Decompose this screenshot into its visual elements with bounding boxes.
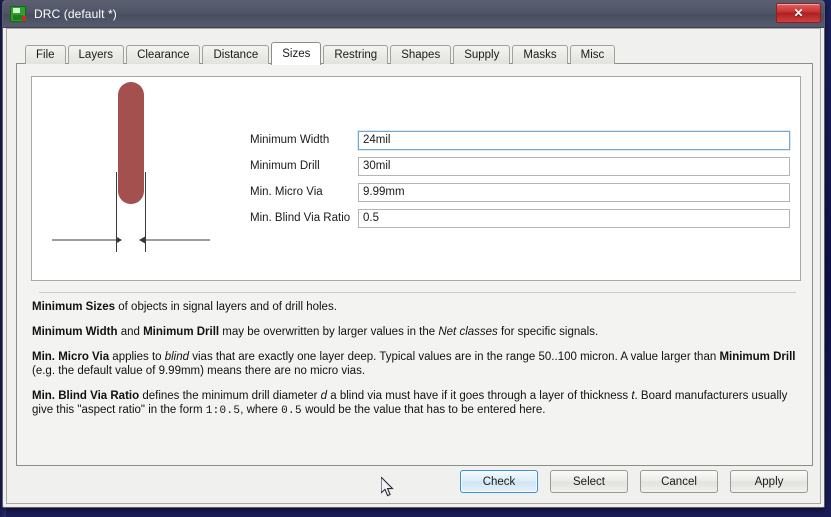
desc-mono: 1:0.5: [205, 405, 241, 417]
minimum-width-diagram: [32, 77, 232, 280]
label-minimum-width: Minimum Width: [250, 134, 330, 146]
tab-restring[interactable]: Restring: [323, 45, 389, 64]
description-separator: [39, 292, 796, 293]
tab-label: File: [36, 49, 55, 61]
desc-bold: Minimum Drill: [143, 326, 220, 338]
chip-save-icon: [10, 6, 26, 22]
tab-misc[interactable]: Misc: [569, 45, 616, 64]
desc-text: for specific signals.: [497, 326, 599, 338]
tab-file[interactable]: File: [25, 45, 66, 64]
tab-label: Misc: [580, 49, 605, 61]
diagram-trace-bar: [118, 82, 144, 204]
desc-bold: Minimum Sizes: [32, 301, 116, 313]
drc-dialog-window: DRC (default *) ✕ File Layers Clearance …: [2, 0, 825, 508]
description-paragraph-1: Minimum Sizes of objects in signal layer…: [32, 300, 804, 314]
tab-label: Restring: [334, 49, 378, 61]
description-text: Minimum Sizes of objects in signal layer…: [32, 300, 804, 418]
desc-text: would be the value that has to be entere…: [301, 404, 546, 416]
input-min-micro-via[interactable]: [358, 182, 790, 202]
label-min-micro-via: Min. Micro Via: [250, 186, 323, 198]
tab-shapes[interactable]: Shapes: [390, 45, 452, 64]
apply-button[interactable]: Apply: [730, 470, 808, 493]
description-paragraph-4: Min. Blind Via Ratio defines the minimum…: [32, 389, 804, 418]
label-min-blind-via-ratio: Min. Blind Via Ratio: [250, 212, 351, 224]
input-minimum-width[interactable]: [358, 130, 790, 150]
desc-text: a blind via must have if it goes through…: [327, 390, 632, 402]
desc-mono: 0.5: [281, 405, 302, 417]
field-row-min-blind-via-ratio: Min. Blind Via Ratio: [250, 205, 790, 231]
screen: DRC (default *) ✕ File Layers Clearance …: [0, 0, 831, 517]
desc-text: applies to: [109, 351, 165, 363]
desc-bold: Min. Blind Via Ratio: [32, 390, 140, 402]
tab-label: Shapes: [401, 49, 441, 61]
desc-text: and: [117, 326, 144, 338]
desc-bold: Min. Micro Via: [32, 351, 110, 363]
tab-layers[interactable]: Layers: [67, 45, 125, 64]
sizes-tab-panel: Minimum Width Minimum Drill Min. Micro V…: [16, 63, 813, 466]
input-minimum-drill[interactable]: [358, 156, 790, 176]
desc-bold: Minimum Drill: [719, 351, 796, 363]
close-icon: ✕: [793, 6, 804, 20]
field-row-minimum-width: Minimum Width: [250, 127, 790, 153]
tab-sizes[interactable]: Sizes: [271, 42, 322, 65]
tab-label: Sizes: [282, 48, 311, 60]
input-min-blind-via-ratio[interactable]: [358, 208, 790, 228]
check-button[interactable]: Check: [460, 470, 538, 493]
tab-label: Masks: [523, 49, 557, 61]
desc-text: of objects in signal layers and of drill…: [115, 301, 337, 313]
description-paragraph-3: Min. Micro Via applies to blind vias tha…: [32, 350, 804, 378]
cancel-button[interactable]: Cancel: [640, 470, 718, 493]
diagram-dimension-arrows: [52, 235, 212, 245]
tab-label: Clearance: [137, 49, 190, 61]
tab-label: Layers: [78, 49, 114, 61]
tab-strip: File Layers Clearance Distance Sizes Res…: [25, 42, 617, 65]
dialog-button-bar: Check Select Cancel Apply: [460, 470, 808, 493]
tab-label: Supply: [464, 49, 500, 61]
field-row-min-micro-via: Min. Micro Via: [250, 179, 790, 205]
sizes-form: Minimum Width Minimum Drill Min. Micro V…: [250, 127, 790, 231]
tab-distance[interactable]: Distance: [202, 45, 270, 64]
desc-italic: Net classes: [438, 326, 498, 338]
desc-text: may be overwritten by larger values in t…: [219, 326, 439, 338]
sizes-group-box: Minimum Width Minimum Drill Min. Micro V…: [31, 76, 801, 281]
tab-supply[interactable]: Supply: [453, 45, 511, 64]
description-paragraph-2: Minimum Width and Minimum Drill may be o…: [32, 325, 804, 339]
desc-text: , where: [240, 404, 282, 416]
select-button[interactable]: Select: [550, 470, 628, 493]
desc-bold: Minimum Width: [32, 326, 118, 338]
tab-clearance[interactable]: Clearance: [126, 45, 201, 64]
window-title: DRC (default *): [34, 7, 117, 21]
label-minimum-drill: Minimum Drill: [250, 160, 320, 172]
title-bar[interactable]: DRC (default *) ✕: [3, 1, 824, 28]
close-button[interactable]: ✕: [776, 3, 821, 23]
field-row-minimum-drill: Minimum Drill: [250, 153, 790, 179]
desc-italic: blind: [164, 351, 190, 363]
tab-label: Distance: [213, 49, 259, 61]
tab-masks[interactable]: Masks: [512, 45, 568, 64]
desc-text: vias that are exactly one layer deep. Ty…: [189, 351, 720, 363]
desc-text: (e.g. the default value of 9.99mm) means…: [32, 365, 366, 377]
desc-text: defines the minimum drill diameter: [139, 390, 321, 402]
